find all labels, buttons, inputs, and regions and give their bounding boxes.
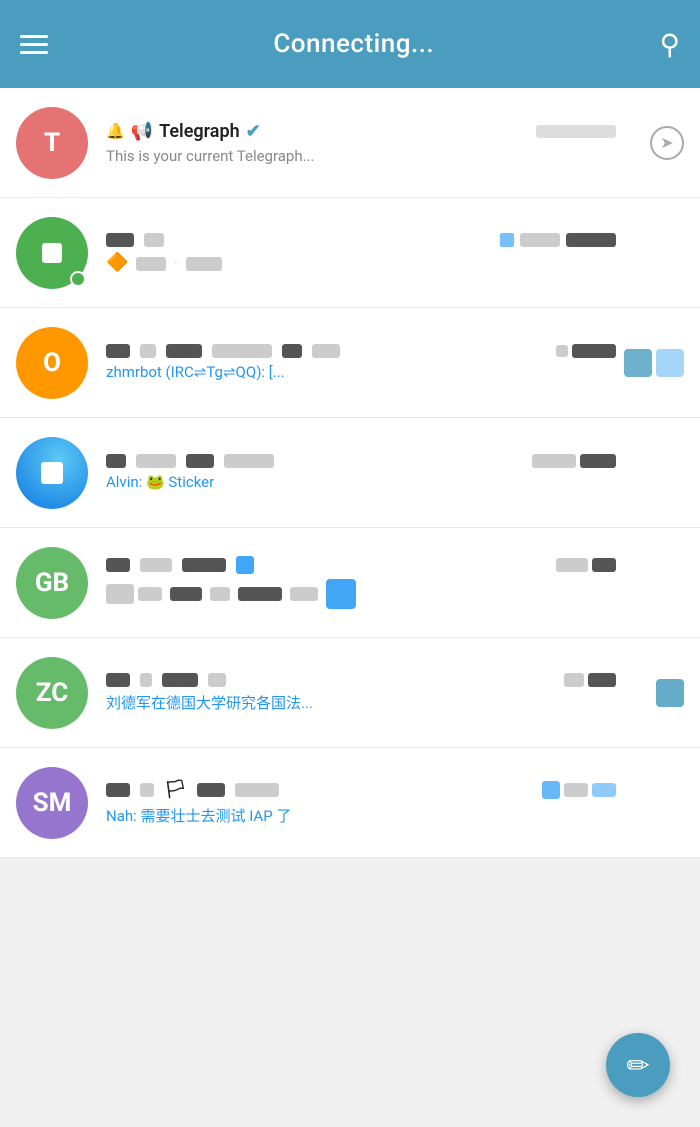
chat-body: 🏳 Nah: 需要壮士去测试 IAP 了	[106, 779, 616, 826]
list-item[interactable]: T 🔔 📢 Telegraph ✔ This is your current T…	[0, 88, 700, 198]
list-item[interactable]: SM 🏳 Nah: 需要壮士去测试 IAP 了	[0, 748, 700, 858]
chat-header-row: 🏳	[106, 779, 616, 800]
chat-preview: Alvin: 🐸 Sticker	[106, 473, 556, 491]
avatar: O	[16, 327, 88, 399]
chat-list: T 🔔 📢 Telegraph ✔ This is your current T…	[0, 88, 700, 858]
forward-icon	[624, 349, 684, 377]
list-item[interactable]: 🔶 ·	[0, 198, 700, 308]
avatar	[16, 217, 88, 289]
chat-meta	[624, 349, 684, 377]
topbar: Connecting... ⚲	[0, 0, 700, 88]
chat-preview	[106, 579, 556, 609]
chat-name	[106, 233, 164, 247]
verified-icon: ✔	[246, 121, 261, 142]
avatar: GB	[16, 547, 88, 619]
chat-header-row	[106, 556, 616, 574]
avatar: SM	[16, 767, 88, 839]
search-button[interactable]: ⚲	[659, 28, 680, 61]
list-item[interactable]: Alvin: 🐸 Sticker	[0, 418, 700, 528]
chat-name: 🏳	[106, 779, 279, 800]
channel-label: 📢	[131, 121, 153, 142]
list-item[interactable]: GB	[0, 528, 700, 638]
chat-header-row	[106, 673, 616, 687]
chat-header-row	[106, 233, 616, 247]
chat-name	[106, 454, 274, 468]
share-icon[interactable]: ➤	[650, 126, 684, 160]
compose-icon: ✏	[626, 1049, 649, 1082]
compose-fab[interactable]: ✏	[606, 1033, 670, 1097]
chat-name	[106, 556, 254, 574]
chat-body: 刘德军在德国大学研究各国法...	[106, 673, 616, 713]
chat-preview: zhmrbot (IRC⇌Tg⇌QQ): [...	[106, 363, 556, 381]
chat-preview: This is your current Telegraph...	[106, 147, 556, 165]
chat-body: zhmrbot (IRC⇌Tg⇌QQ): [...	[106, 344, 616, 381]
chat-meta	[624, 679, 684, 707]
chat-header-row	[106, 344, 616, 358]
chat-name	[106, 673, 226, 687]
chat-meta: ➤	[624, 126, 684, 160]
chat-header-row: 🔔 📢 Telegraph ✔	[106, 121, 616, 142]
chat-preview: 刘德军在德国大学研究各国法...	[106, 692, 556, 713]
mute-icon: 🔔	[106, 122, 125, 140]
avatar	[16, 437, 88, 509]
list-item[interactable]: ZC 刘德军在德国大学研究各国法...	[0, 638, 700, 748]
chat-body: 🔶 ·	[106, 233, 616, 273]
chat-preview: Nah: 需要壮士去测试 IAP 了	[106, 805, 556, 826]
menu-button[interactable]	[20, 35, 48, 54]
list-item[interactable]: O zhmrbot (IRC⇌Tg⇌QQ): [...	[0, 308, 700, 418]
avatar: T	[16, 107, 88, 179]
chat-name: 🔔 📢 Telegraph ✔	[106, 121, 261, 142]
chat-preview: 🔶 ·	[106, 252, 556, 273]
topbar-title: Connecting...	[273, 29, 434, 59]
chat-time	[536, 125, 616, 138]
chat-body	[106, 556, 616, 609]
chat-body: 🔔 📢 Telegraph ✔ This is your current Tel…	[106, 121, 616, 165]
chat-name	[106, 344, 340, 358]
chat-header-row	[106, 454, 616, 468]
chat-body: Alvin: 🐸 Sticker	[106, 454, 616, 491]
avatar: ZC	[16, 657, 88, 729]
